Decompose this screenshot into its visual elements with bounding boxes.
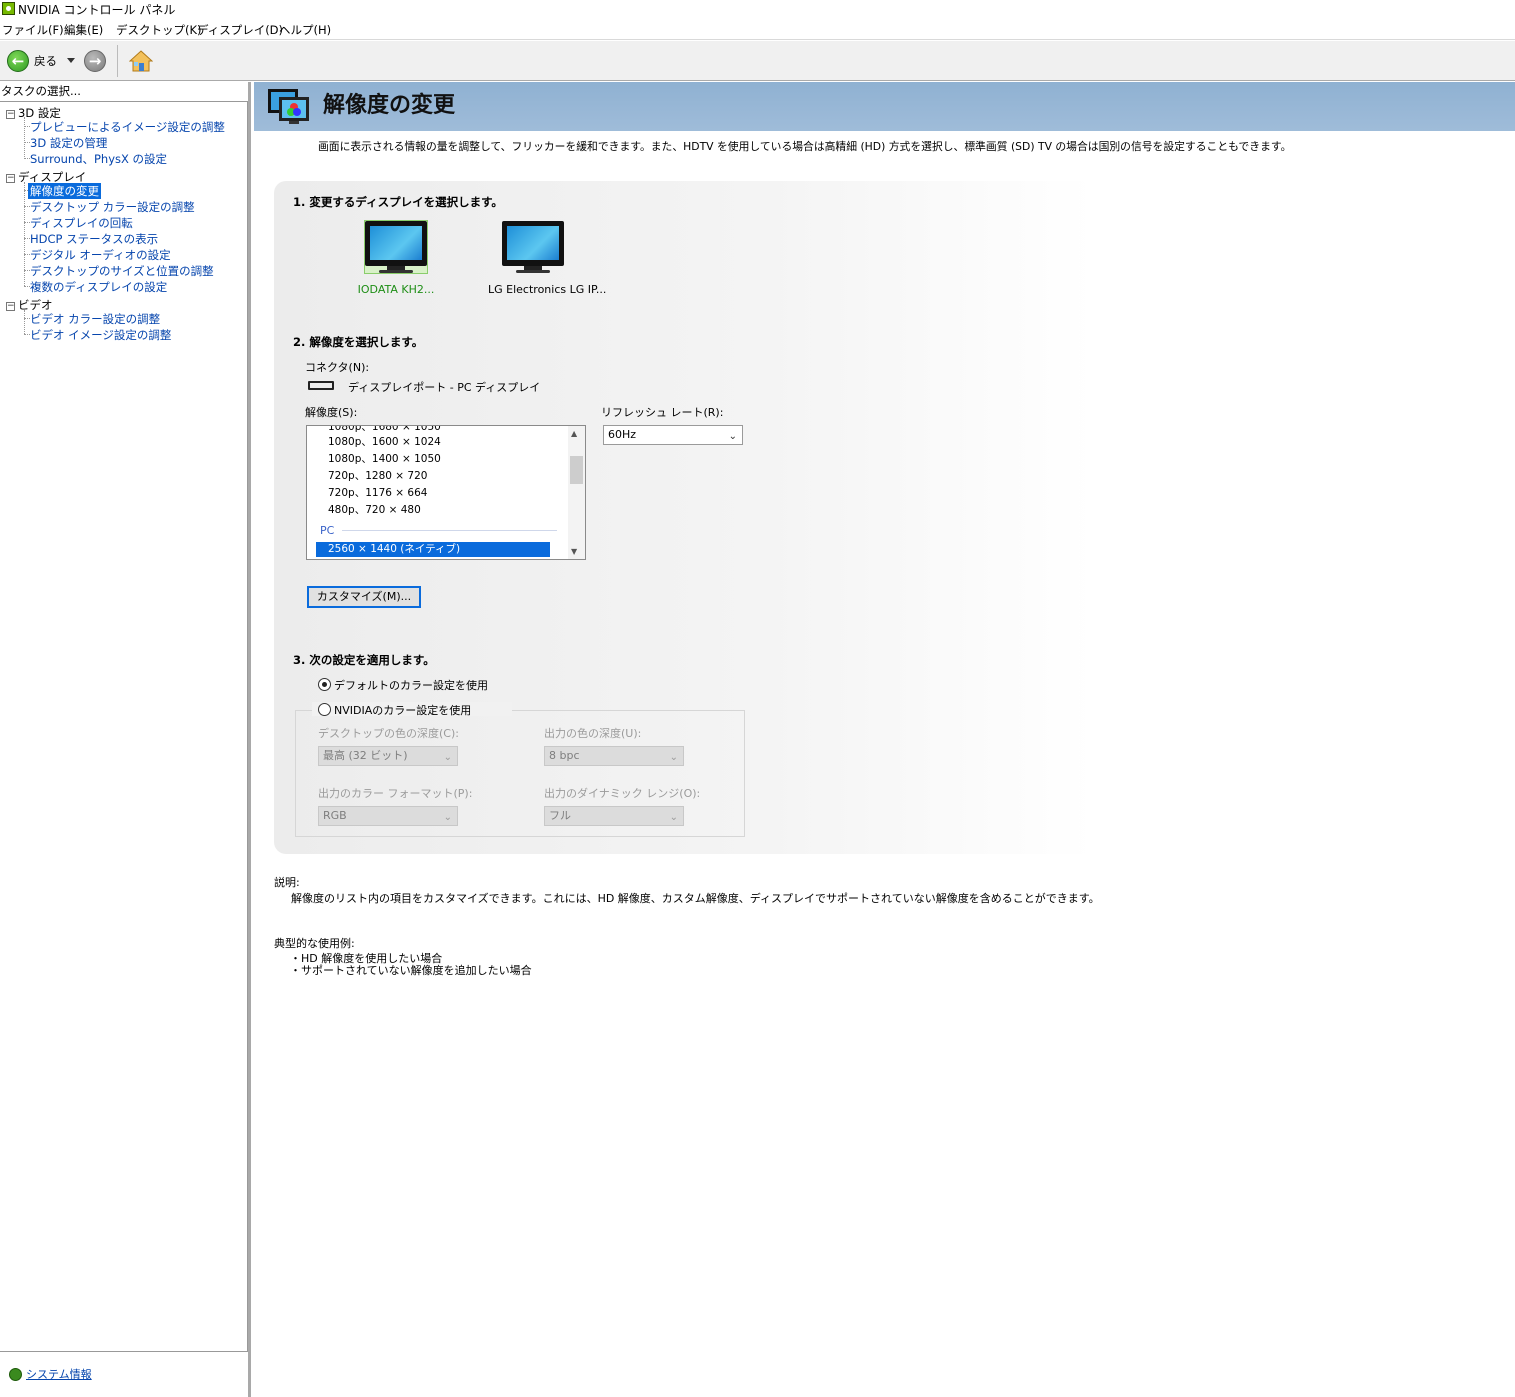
page-intro-text: 画面に表示される情報の量を調整して、フリッカーを緩和できます。また、HDTV を… xyxy=(318,140,1292,153)
resolution-item[interactable]: 1080p、1600 × 1024 xyxy=(328,434,441,449)
tree-line xyxy=(24,117,25,157)
tree-item-desktop-color[interactable]: デスクトップ カラー設定の調整 xyxy=(30,199,195,215)
resolution-item-partial[interactable]: 1080p、1680 × 1050 xyxy=(328,426,441,434)
scroll-down-icon[interactable]: ▼ xyxy=(571,547,577,556)
dynamic-range-value: フル xyxy=(549,809,571,822)
step1-heading: 1. 変更するディスプレイを選択します。 xyxy=(293,195,503,209)
output-depth-select[interactable]: 8 bpc ⌄ xyxy=(544,746,684,766)
tree-item-image-preview[interactable]: プレビューによるイメージ設定の調整 xyxy=(30,119,225,135)
chevron-down-icon: ⌄ xyxy=(728,431,737,442)
radio-nvidia-color-label[interactable]: NVIDIAのカラー設定を使用 xyxy=(334,702,471,718)
menu-file[interactable]: ファイル(F) xyxy=(2,22,64,38)
dynamic-range-select[interactable]: フル ⌄ xyxy=(544,806,684,826)
system-info-label[interactable]: システム情報 xyxy=(26,1366,92,1382)
tree-item-hdcp-status[interactable]: HDCP ステータスの表示 xyxy=(30,231,158,247)
dynamic-range-label: 出力のダイナミック レンジ(O): xyxy=(544,787,701,800)
refresh-rate-select[interactable]: 60Hz ⌄ xyxy=(603,425,743,445)
collapse-3d-icon[interactable]: − xyxy=(6,110,15,119)
resolution-item[interactable]: 480p、720 × 480 xyxy=(328,502,421,517)
tree-item-surround-physx[interactable]: Surround、PhysX の設定 xyxy=(30,151,167,167)
customize-button[interactable]: カスタマイズ(M)... xyxy=(307,586,421,608)
task-sidebar: タスクの選択... − 3D 設定 プレビューによるイメージ設定の調整 3D 設… xyxy=(0,82,251,1397)
back-button-label[interactable]: 戻る xyxy=(34,53,57,69)
usage-item: ・サポートされていない解像度を追加したい場合 xyxy=(290,964,532,977)
display-lg[interactable]: LG Electronics LG IP... xyxy=(488,221,607,296)
tree-item-video-color[interactable]: ビデオ カラー設定の調整 xyxy=(30,311,160,327)
page-header: 解像度の変更 xyxy=(254,82,1515,131)
desktop-depth-select[interactable]: 最高 (32 ビット) ⌄ xyxy=(318,746,458,766)
refresh-rate-label: リフレッシュ レート(R): xyxy=(601,406,724,419)
back-arrow-icon[interactable]: ← xyxy=(7,50,29,72)
title-bar: NVIDIA コントロール パネル xyxy=(0,0,1515,18)
description-label: 説明: xyxy=(274,876,300,889)
menu-edit[interactable]: 編集(E) xyxy=(64,22,103,38)
menu-display[interactable]: ディスプレイ(D) xyxy=(197,22,283,38)
back-history-dropdown-icon[interactable] xyxy=(67,58,75,63)
menu-bar: ファイル(F) 編集(E) デスクトップ(K) ディスプレイ(D) ヘルプ(H) xyxy=(0,20,1515,40)
tree-item-desktop-size[interactable]: デスクトップのサイズと位置の調整 xyxy=(30,263,214,279)
step3-heading: 3. 次の設定を適用します。 xyxy=(293,653,435,667)
color-format-label: 出力のカラー フォーマット(P): xyxy=(318,787,473,800)
menu-desktop[interactable]: デスクトップ(K) xyxy=(116,22,202,38)
chevron-down-icon: ⌄ xyxy=(669,812,678,823)
connector-label: コネクタ(N): xyxy=(305,361,370,374)
color-format-value: RGB xyxy=(323,809,347,822)
refresh-rate-value: 60Hz xyxy=(608,428,637,441)
output-depth-label: 出力の色の深度(U): xyxy=(544,727,642,740)
window-title: NVIDIA コントロール パネル xyxy=(18,3,176,17)
collapse-video-icon[interactable]: − xyxy=(6,302,15,311)
system-info-icon xyxy=(9,1368,22,1381)
resolution-item[interactable]: 720p、1176 × 664 xyxy=(328,485,427,500)
radio-default-color[interactable] xyxy=(318,678,331,691)
resolution-label: 解像度(S): xyxy=(305,406,358,419)
group-divider xyxy=(342,530,557,531)
display-iodata[interactable]: IODATA KH2... xyxy=(351,220,441,296)
resolution-list-scrollbar[interactable]: ▲ ▼ xyxy=(568,426,585,559)
chevron-down-icon: ⌄ xyxy=(443,752,452,763)
resolution-item[interactable]: 720p、1280 × 720 xyxy=(328,468,427,483)
radio-default-color-label[interactable]: デフォルトのカラー設定を使用 xyxy=(334,677,488,693)
resolution-list[interactable]: 1080p、1680 × 1050 1080p、1600 × 1024 1080… xyxy=(306,425,586,560)
forward-arrow-icon[interactable]: → xyxy=(84,50,106,72)
tree-item-multiple-displays[interactable]: 複数のディスプレイの設定 xyxy=(30,279,167,295)
toolbar-separator xyxy=(117,45,118,77)
color-format-select[interactable]: RGB ⌄ xyxy=(318,806,458,826)
menu-help[interactable]: ヘルプ(H) xyxy=(279,22,331,38)
desktop-depth-label: デスクトップの色の深度(C): xyxy=(318,727,459,740)
tree-item-rotate-display[interactable]: ディスプレイの回転 xyxy=(30,215,133,231)
resolution-group-pc: PC xyxy=(320,524,335,537)
monitor-icon xyxy=(364,220,428,274)
chevron-down-icon: ⌄ xyxy=(443,812,452,823)
display-lg-label: LG Electronics LG IP... xyxy=(488,283,607,296)
task-tree: − 3D 設定 プレビューによるイメージ設定の調整 3D 設定の管理 Surro… xyxy=(0,101,248,1352)
radio-nvidia-color[interactable] xyxy=(318,703,331,716)
usage-label: 典型的な使用例: xyxy=(274,937,355,950)
display-iodata-label: IODATA KH2... xyxy=(357,283,435,296)
resolution-item[interactable]: 1080p、1400 × 1050 xyxy=(328,451,441,466)
scroll-up-icon[interactable]: ▲ xyxy=(571,429,577,438)
resolution-item-selected[interactable]: 2560 × 1440 (ネイティブ) xyxy=(316,542,550,557)
tree-line xyxy=(24,310,25,334)
page-title: 解像度の変更 xyxy=(323,93,456,118)
resolution-page-icon xyxy=(268,89,309,124)
description-text: 解像度のリスト内の項目をカスタマイズできます。これには、HD 解像度、カスタム解… xyxy=(291,892,1100,905)
connector-value: ディスプレイポート - PC ディスプレイ xyxy=(348,381,541,394)
task-select-label: タスクの選択... xyxy=(1,84,81,98)
output-depth-value: 8 bpc xyxy=(549,749,580,762)
tree-item-change-resolution[interactable]: 解像度の変更 xyxy=(28,183,101,199)
home-icon[interactable] xyxy=(129,49,153,73)
tree-item-digital-audio[interactable]: デジタル オーディオの設定 xyxy=(30,247,171,263)
scroll-thumb[interactable] xyxy=(570,456,583,484)
step2-heading: 2. 解像度を選択します。 xyxy=(293,335,424,349)
nvidia-logo-icon xyxy=(2,2,15,15)
tree-item-manage-3d[interactable]: 3D 設定の管理 xyxy=(30,135,107,151)
displayport-icon xyxy=(308,381,334,390)
tree-item-video-image[interactable]: ビデオ イメージ設定の調整 xyxy=(30,327,171,343)
monitor-icon xyxy=(502,221,564,273)
desktop-depth-value: 最高 (32 ビット) xyxy=(323,749,408,762)
toolbar: ← 戻る → xyxy=(0,41,1515,81)
chevron-down-icon: ⌄ xyxy=(669,752,678,763)
collapse-display-icon[interactable]: − xyxy=(6,174,15,183)
